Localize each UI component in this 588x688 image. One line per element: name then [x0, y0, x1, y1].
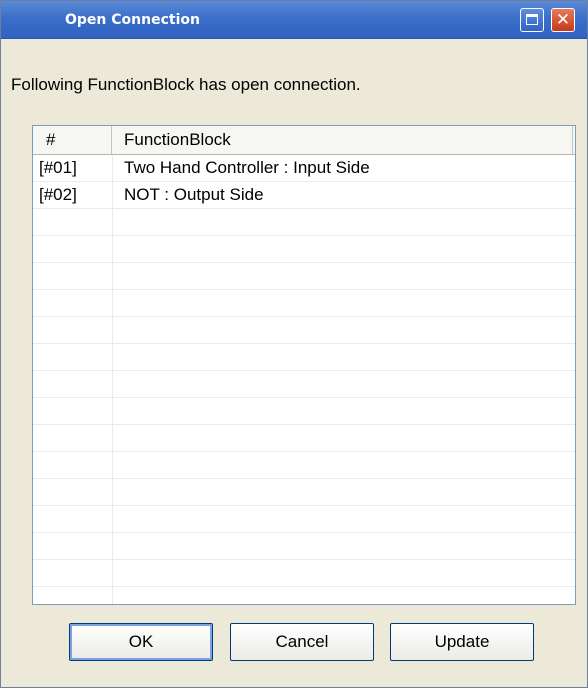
row-functionblock-cell: [113, 506, 124, 532]
table-row[interactable]: [33, 533, 575, 560]
row-number-cell: [33, 425, 113, 451]
column-header-functionblock[interactable]: FunctionBlock: [113, 126, 573, 154]
table-row[interactable]: [#01] Two Hand Controller : Input Side: [33, 155, 575, 182]
table-row[interactable]: [33, 479, 575, 506]
row-number-cell: [33, 236, 113, 262]
row-functionblock-cell: [113, 236, 124, 262]
row-number-cell: [33, 317, 113, 343]
title-bar[interactable]: Open Connection ✕: [1, 1, 587, 39]
row-functionblock-cell: [113, 371, 124, 397]
table-row[interactable]: [33, 452, 575, 479]
row-number-cell: [#01]: [33, 155, 113, 181]
maximize-button[interactable]: [520, 8, 544, 32]
window-title: Open Connection: [65, 12, 200, 28]
row-functionblock-cell: [113, 317, 124, 343]
function-block-list[interactable]: # FunctionBlock [#01] Two Hand Controller…: [32, 125, 576, 605]
row-functionblock-cell: NOT : Output Side: [124, 185, 264, 204]
row-number-cell: [33, 290, 113, 316]
row-number-cell: [33, 209, 113, 235]
row-functionblock-cell: [113, 398, 124, 424]
ok-button[interactable]: OK: [69, 623, 213, 661]
table-row[interactable]: [33, 587, 575, 604]
table-row[interactable]: [33, 506, 575, 533]
row-functionblock-cell: [113, 479, 124, 505]
table-row[interactable]: [33, 371, 575, 398]
row-functionblock-cell: [113, 263, 124, 289]
table-row[interactable]: [#02] NOT : Output Side: [33, 182, 575, 209]
table-row[interactable]: [33, 317, 575, 344]
row-functionblock-cell: [113, 587, 124, 604]
table-row[interactable]: [33, 560, 575, 587]
row-functionblock-cell: [113, 560, 124, 586]
row-functionblock-cell: [113, 209, 124, 235]
list-header: # FunctionBlock: [33, 126, 575, 155]
column-header-number[interactable]: #: [33, 126, 112, 154]
table-row[interactable]: [33, 344, 575, 371]
row-number-cell: [33, 479, 113, 505]
row-number-cell: [33, 587, 113, 604]
row-functionblock-cell: [113, 290, 124, 316]
row-functionblock-cell: [113, 425, 124, 451]
close-icon: ✕: [555, 10, 571, 30]
row-functionblock-cell: [113, 452, 124, 478]
row-number-cell: [33, 371, 113, 397]
maximize-icon: [526, 14, 538, 25]
message-text: Following FunctionBlock has open connect…: [11, 75, 361, 94]
row-functionblock-cell: Two Hand Controller : Input Side: [124, 158, 370, 177]
close-button[interactable]: ✕: [551, 8, 575, 32]
row-number-cell: [33, 533, 113, 559]
table-row[interactable]: [33, 290, 575, 317]
table-row[interactable]: [33, 209, 575, 236]
cancel-button[interactable]: Cancel: [230, 623, 374, 661]
row-number-cell: [33, 560, 113, 586]
row-functionblock-cell: [113, 533, 124, 559]
table-row[interactable]: [33, 398, 575, 425]
table-row[interactable]: [33, 236, 575, 263]
table-row[interactable]: [33, 425, 575, 452]
row-number-cell: [33, 452, 113, 478]
row-number-cell: [33, 398, 113, 424]
open-connection-dialog: Open Connection ✕ Following FunctionBloc…: [0, 0, 588, 688]
row-number-cell: [33, 344, 113, 370]
row-number-cell: [33, 506, 113, 532]
row-number-cell: [33, 263, 113, 289]
row-number-cell: [#02]: [33, 182, 113, 208]
update-button[interactable]: Update: [390, 623, 534, 661]
row-functionblock-cell: [113, 344, 124, 370]
table-row[interactable]: [33, 263, 575, 290]
